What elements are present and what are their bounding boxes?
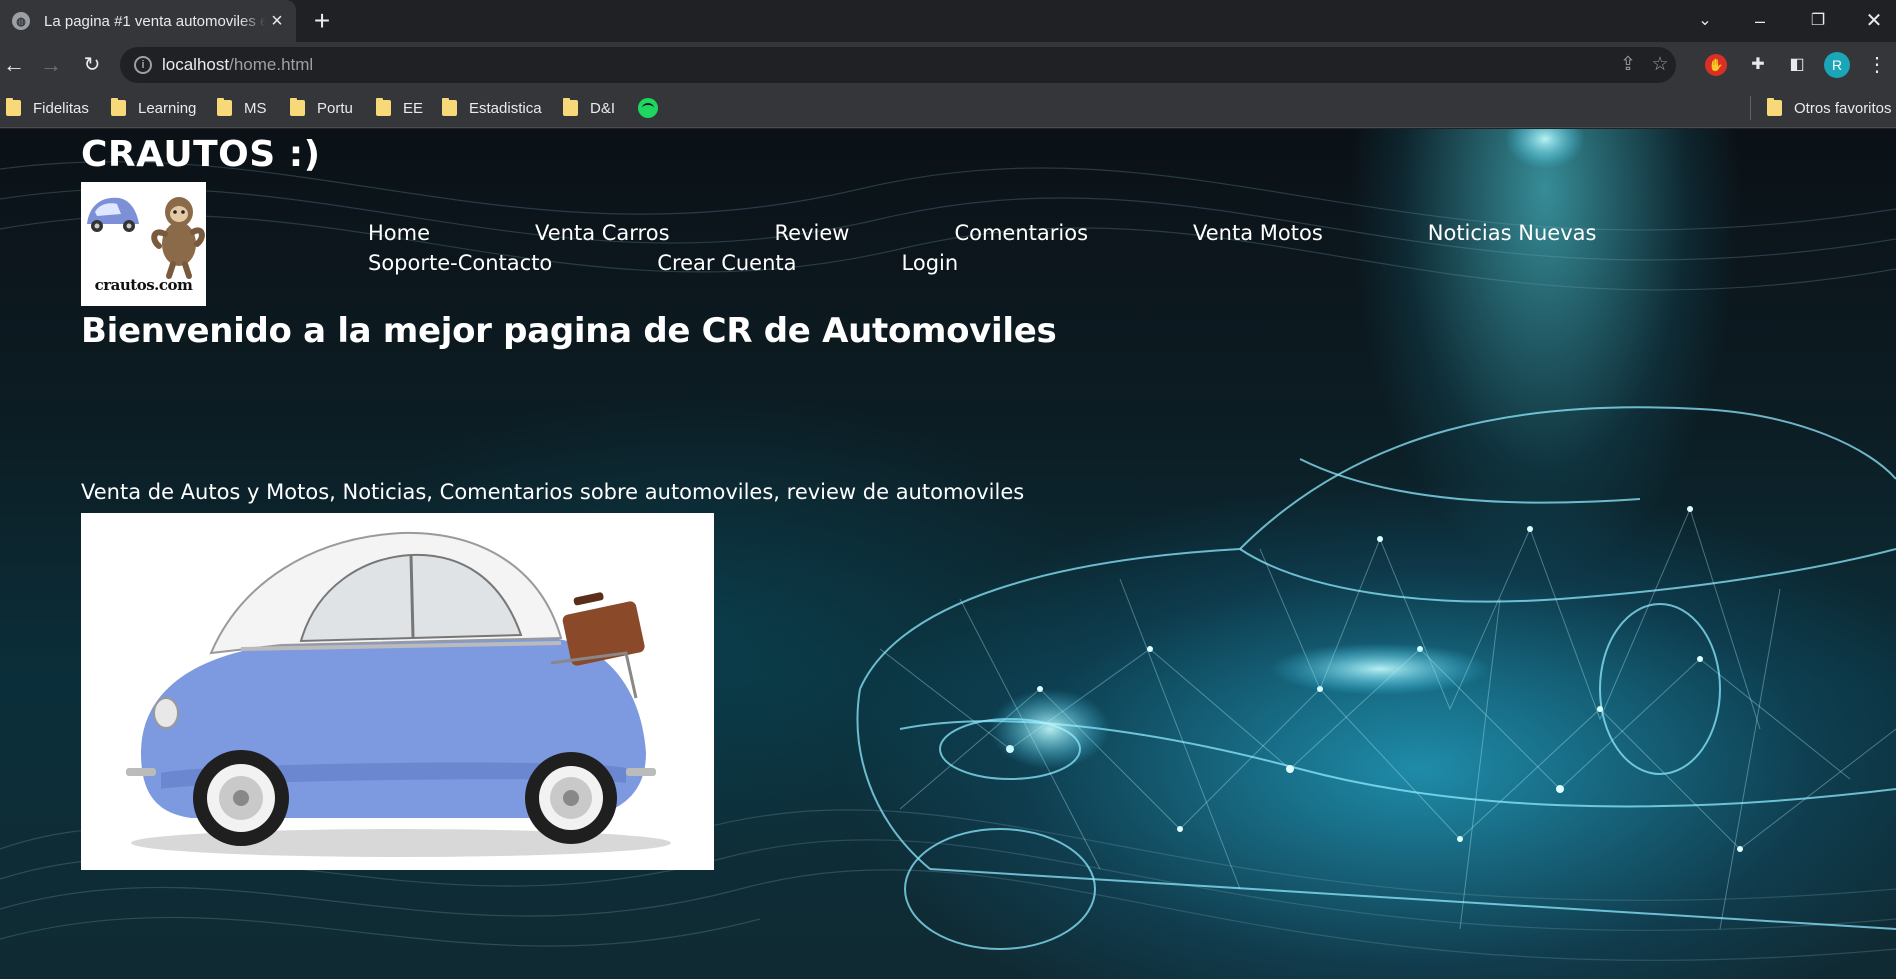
hero-car-image [81, 513, 714, 870]
bookmark-separator [1750, 96, 1751, 120]
site-info-icon[interactable]: i [134, 56, 152, 74]
browser-toolbar: ← → ↻ i localhost/home.html ⇪ ☆ ✋ ✚ ◧ R … [0, 42, 1896, 88]
bookmark-other[interactable]: Otros favoritos [1767, 97, 1892, 119]
bookmarks-bar: Fidelitas Learning MS Portu EE Estadisti… [0, 88, 1896, 128]
new-tab-button[interactable]: + [308, 7, 336, 35]
globe-icon: ◍ [12, 12, 30, 30]
reload-icon[interactable]: ↻ [78, 51, 106, 79]
bookmark-learning[interactable]: Learning [111, 97, 196, 119]
back-icon[interactable]: ← [0, 51, 28, 79]
nav-row-1: Home Venta Carros Review Comentarios Ven… [368, 218, 1678, 248]
nav-link-crear-cuenta[interactable]: Crear Cuenta [657, 248, 796, 278]
folder-icon [442, 98, 457, 116]
side-panel-icon[interactable]: ◧ [1784, 52, 1810, 78]
extension-icon[interactable]: ✋ [1705, 54, 1727, 76]
tab-search-icon[interactable]: ⌄ [1690, 6, 1720, 36]
url-text[interactable]: localhost/home.html [162, 55, 313, 75]
nav-row-2: Soporte-Contacto Crear Cuenta Login [368, 248, 1678, 278]
bookmark-di[interactable]: D&I [563, 97, 615, 119]
spotify-icon [638, 98, 658, 118]
nav-link-noticias-nuevas[interactable]: Noticias Nuevas [1428, 218, 1597, 248]
folder-icon [111, 98, 126, 116]
star-icon[interactable]: ☆ [1648, 53, 1672, 77]
share-icon[interactable]: ⇪ [1616, 53, 1640, 77]
main-nav: Home Venta Carros Review Comentarios Ven… [368, 218, 1678, 278]
tab-strip: ◍ La pagina #1 venta automoviles en CR ×… [0, 0, 1896, 42]
nav-link-home[interactable]: Home [368, 218, 430, 248]
folder-icon [1767, 98, 1782, 116]
nav-link-review[interactable]: Review [775, 218, 850, 248]
site-logo[interactable]: crautos.com [81, 182, 206, 306]
tab-title: La pagina #1 venta automoviles en CR [44, 12, 266, 30]
minimize-button[interactable]: – [1745, 6, 1775, 36]
bookmark-fidelitas[interactable]: Fidelitas [6, 97, 89, 119]
bookmark-ee[interactable]: EE [376, 97, 423, 119]
nav-link-venta-carros[interactable]: Venta Carros [535, 218, 670, 248]
close-window-button[interactable]: ✕ [1859, 6, 1889, 36]
active-tab[interactable]: ◍ La pagina #1 venta automoviles en CR × [0, 0, 296, 42]
menu-icon[interactable]: ⋮ [1864, 52, 1890, 78]
page-content: CRAUTOS :) crautos.com Home Venta Carros… [0, 129, 1896, 979]
avatar[interactable]: R [1824, 52, 1850, 78]
nav-link-venta-motos[interactable]: Venta Motos [1193, 218, 1323, 248]
puzzle-icon[interactable]: ✚ [1745, 52, 1771, 78]
logo-text: crautos.com [94, 276, 193, 294]
bookmark-portu[interactable]: Portu [290, 97, 353, 119]
bubble-car-illustration [126, 531, 671, 857]
bookmark-ms[interactable]: MS [217, 97, 267, 119]
page-headline: Bienvenido a la mejor pagina de CR de Au… [81, 311, 1057, 351]
bookmark-estadistica[interactable]: Estadistica [442, 97, 542, 119]
forward-icon[interactable]: → [37, 51, 65, 79]
restore-button[interactable]: ❐ [1803, 6, 1833, 36]
close-tab-icon[interactable]: × [266, 10, 288, 32]
page-tagline: Venta de Autos y Motos, Noticias, Coment… [81, 480, 1025, 504]
bookmark-spotify[interactable] [638, 97, 658, 119]
nav-link-comentarios[interactable]: Comentarios [954, 218, 1088, 248]
folder-icon [563, 98, 578, 116]
folder-icon [6, 98, 21, 116]
site-title: CRAUTOS :) [81, 134, 321, 175]
nav-link-login[interactable]: Login [902, 248, 959, 278]
nav-link-soporte-contacto[interactable]: Soporte-Contacto [368, 248, 552, 278]
folder-icon [217, 98, 232, 116]
folder-icon [290, 98, 305, 116]
folder-icon [376, 98, 391, 116]
address-bar[interactable]: i localhost/home.html ⇪ ☆ [120, 47, 1676, 83]
